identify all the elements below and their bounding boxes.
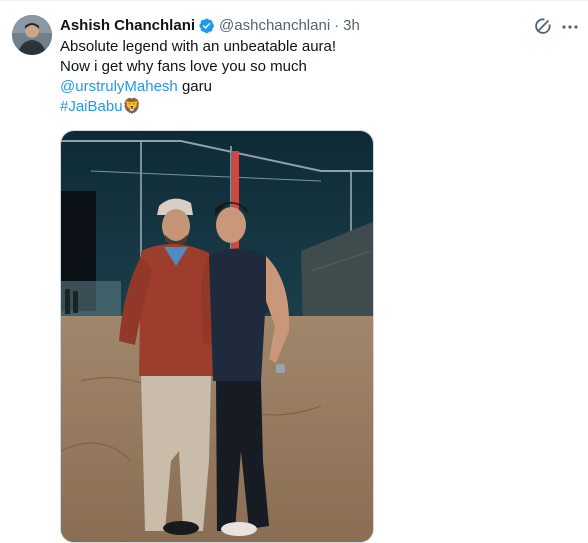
tweet-text-line: Now i get why fans love you so much bbox=[60, 58, 307, 75]
tweet-text: Absolute legend with an unbeatable aura!… bbox=[60, 37, 575, 117]
tweet-header: Ashish Chanchlani @ashchanchlani · 3h bbox=[60, 15, 360, 35]
mention-suffix: garu bbox=[177, 78, 212, 95]
avatar[interactable] bbox=[12, 15, 52, 55]
tweet-photo[interactable] bbox=[60, 130, 374, 543]
tweet-time[interactable]: 3h bbox=[343, 17, 360, 34]
mention-line: @urstrulyMahesh garu bbox=[60, 77, 575, 97]
author-name[interactable]: Ashish Chanchlani bbox=[60, 17, 195, 34]
verified-badge-icon bbox=[198, 17, 215, 34]
grok-icon[interactable] bbox=[533, 16, 553, 36]
lion-emoji-icon: 🦁 bbox=[122, 98, 142, 115]
tweet-text-line: Absolute legend with an unbeatable aura! bbox=[60, 38, 337, 55]
divider bbox=[0, 0, 588, 1]
photo-illustration bbox=[61, 131, 373, 542]
more-options-icon[interactable] bbox=[560, 17, 580, 37]
author-handle[interactable]: @ashchanchlani bbox=[219, 17, 330, 34]
separator-dot: · bbox=[334, 16, 340, 34]
hashtag-line: #JaiBabu🦁 bbox=[60, 97, 575, 117]
hashtag-link[interactable]: #JaiBabu bbox=[60, 98, 123, 115]
mention-link[interactable]: @urstrulyMahesh bbox=[60, 78, 178, 95]
